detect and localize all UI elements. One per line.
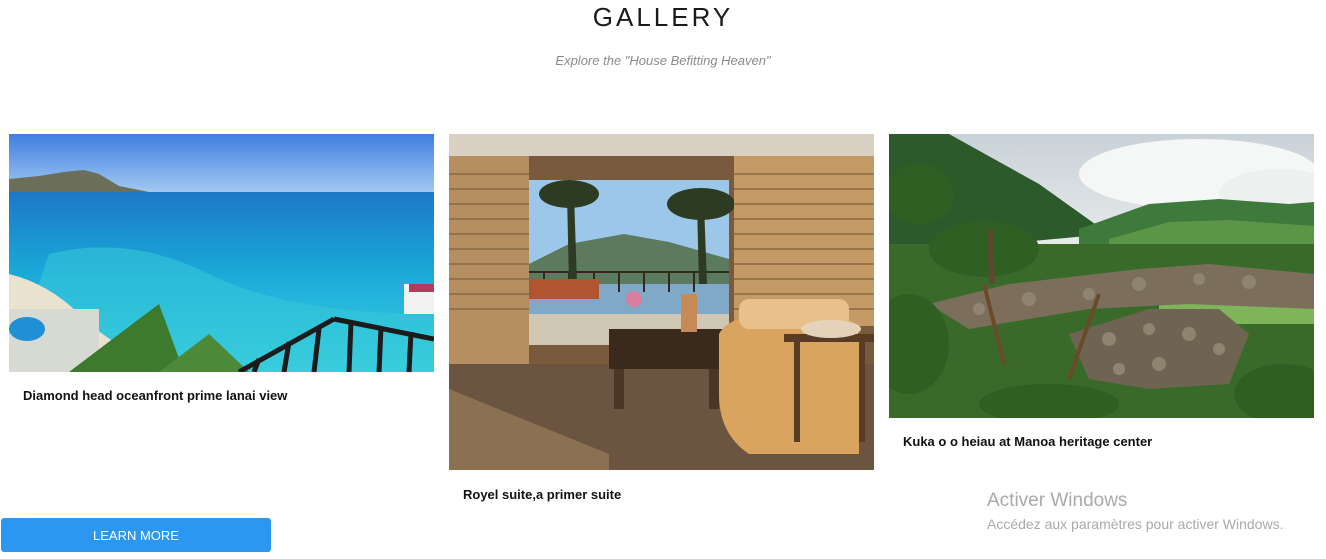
gallery-image-heritage[interactable] (889, 134, 1314, 418)
page-subtitle: Explore the "House Befitting Heaven" (555, 53, 771, 68)
watermark-title: Activer Windows (987, 490, 1128, 511)
gallery-card-diamond-head[interactable]: Diamond head oceanfront prime lanai view (9, 134, 434, 434)
gallery-caption: Kuka o o heiau at Manoa heritage center (903, 434, 1153, 449)
watermark-subtitle: Accédez aux paramètres pour activer Wind… (987, 516, 1284, 532)
gallery-image-suite[interactable] (449, 134, 874, 470)
gallery-card-royal-suite[interactable]: Royel suite,a primer suite (449, 134, 874, 514)
gallery-caption: Royel suite,a primer suite (463, 487, 622, 502)
page-title: GALLERY (592, 2, 734, 32)
gallery-image-oceanfront[interactable] (9, 134, 434, 372)
gallery-caption: Diamond head oceanfront prime lanai view (23, 388, 288, 403)
gallery-card-heiau[interactable]: Kuka o o heiau at Manoa heritage center (889, 134, 1314, 464)
gallery-page: GALLERY Explore the "House Befitting Hea… (0, 0, 1326, 559)
learn-more-button[interactable]: LEARN MORE (1, 518, 271, 552)
windows-activation-watermark: Activer Windows Accédez aux paramètres p… (987, 490, 1283, 532)
